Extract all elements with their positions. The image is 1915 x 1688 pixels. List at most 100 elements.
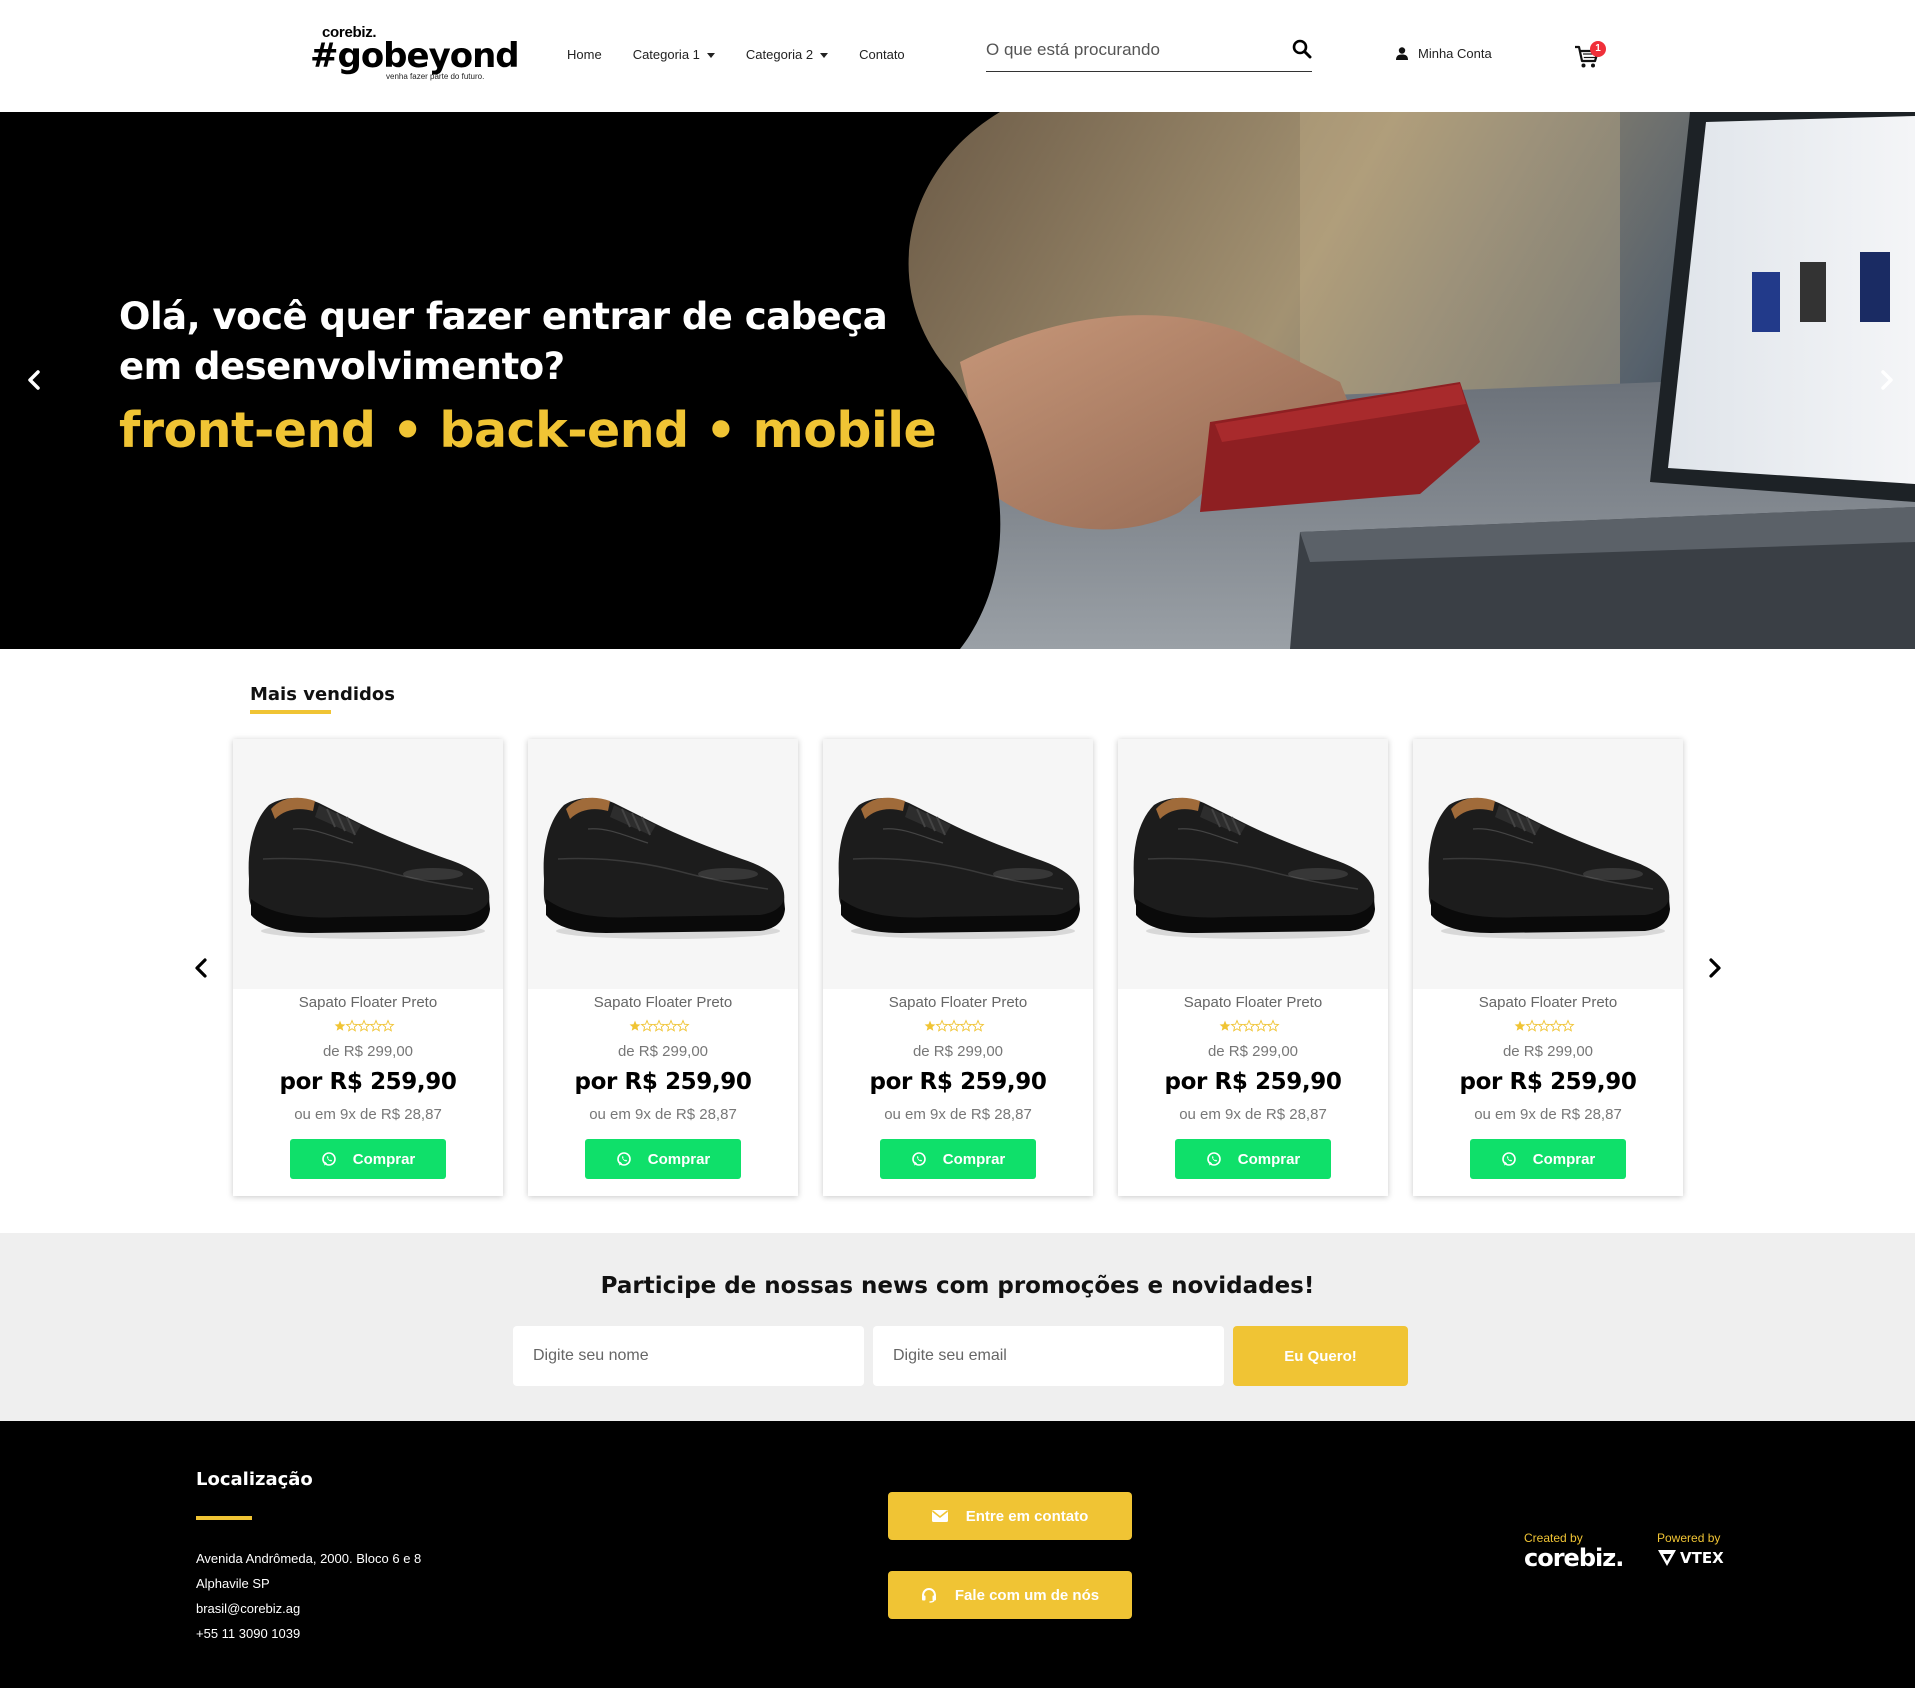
star-empty-icon <box>677 1020 689 1032</box>
product-card[interactable]: Sapato Floater Preto de R$ 299,00 por R$… <box>233 739 503 1196</box>
product-name[interactable]: Sapato Floater Preto <box>233 994 503 1011</box>
product-card[interactable]: Sapato Floater Preto de R$ 299,00 por R$… <box>528 739 798 1196</box>
search-icon[interactable] <box>1292 39 1312 59</box>
main-nav: Home Categoria 1 Categoria 2 Contato <box>567 47 905 62</box>
nav-item-label: Categoria 2 <box>745 47 814 62</box>
buy-button-label: Comprar <box>352 1150 416 1168</box>
product-name[interactable]: Sapato Floater Preto <box>528 994 798 1011</box>
product-image[interactable] <box>823 739 1093 989</box>
footer-address: Avenida Andrômeda, 2000. Bloco 6 e 8 Alp… <box>196 1546 421 1646</box>
star-empty-icon <box>1550 1020 1562 1032</box>
newsletter-submit-button[interactable]: Eu Quero! <box>1233 1326 1408 1386</box>
product-price: por R$ 259,90 <box>1164 1069 1342 1095</box>
star-empty-icon <box>1243 1020 1255 1032</box>
cart-button[interactable]: 1 <box>1574 41 1606 74</box>
created-by-label: Created by <box>1524 1531 1583 1545</box>
product-name[interactable]: Sapato Floater Preto <box>823 994 1093 1011</box>
star-empty-icon <box>1562 1020 1574 1032</box>
buy-button-label: Comprar <box>647 1150 711 1168</box>
shoe-image <box>542 796 786 940</box>
logo-brand-big: #gobeyond <box>310 36 520 76</box>
logo-tagline: venha fazer parte do futuro. <box>386 72 485 81</box>
nav-item-contato[interactable]: Contato <box>859 47 905 62</box>
product-installments: ou em 9x de R$ 28,87 <box>589 1106 737 1123</box>
vtex-logo: VTEX <box>1657 1549 1724 1567</box>
star-empty-icon <box>960 1020 972 1032</box>
product-carousel: Sapato Floater Preto de R$ 299,00 por R$… <box>233 739 1683 1196</box>
address-phone[interactable]: +55 11 3090 1039 <box>196 1621 421 1646</box>
product-list-price: de R$ 299,00 <box>617 1043 709 1060</box>
product-card[interactable]: Sapato Floater Preto de R$ 299,00 por R$… <box>1118 739 1388 1196</box>
search-bar <box>986 30 1312 72</box>
product-card[interactable]: Sapato Floater Preto de R$ 299,00 por R$… <box>823 739 1093 1196</box>
nav-item-home[interactable]: Home <box>567 47 602 62</box>
star-empty-icon <box>358 1020 370 1032</box>
nav-item-categoria-2[interactable]: Categoria 2 <box>745 47 829 62</box>
product-price: por R$ 259,90 <box>869 1069 1047 1095</box>
product-image[interactable] <box>1413 739 1683 989</box>
talk-button-label: Fale com um de nós <box>954 1586 1100 1604</box>
rating-stars <box>334 1020 394 1032</box>
section-title-bestsellers: Mais vendidos <box>250 684 395 705</box>
star-empty-icon <box>972 1020 984 1032</box>
star-empty-icon <box>382 1020 394 1032</box>
nav-item-categoria-1[interactable]: Categoria 1 <box>633 47 715 62</box>
shoe-image <box>837 796 1081 940</box>
nav-item-label: Contato <box>859 47 905 62</box>
product-installments: ou em 9x de R$ 28,87 <box>294 1106 442 1123</box>
star-empty-icon <box>346 1020 358 1032</box>
chevron-right-icon[interactable] <box>1873 358 1903 402</box>
search-input[interactable] <box>986 36 1276 64</box>
star-filled-icon <box>334 1020 346 1031</box>
account-link[interactable]: Minha Conta <box>1396 46 1492 61</box>
chevron-left-icon[interactable] <box>186 950 216 986</box>
whatsapp-icon <box>1206 1152 1221 1167</box>
shoe-image <box>247 796 491 940</box>
footer-location-title: Localização <box>196 1469 313 1490</box>
star-filled-icon <box>1514 1020 1526 1031</box>
newsletter-section: Participe de nossas news com promoções e… <box>0 1233 1915 1421</box>
newsletter-title: Participe de nossas news com promoções e… <box>600 1273 1315 1299</box>
caret-down-icon <box>706 52 715 58</box>
whatsapp-icon <box>616 1152 631 1167</box>
buy-button-label: Comprar <box>1237 1150 1301 1168</box>
cart-count-badge: 1 <box>1590 41 1606 57</box>
product-card[interactable]: Sapato Floater Preto de R$ 299,00 por R$… <box>1413 739 1683 1196</box>
newsletter-name-input[interactable] <box>513 1326 864 1386</box>
site-footer: Localização Avenida Andrômeda, 2000. Blo… <box>0 1421 1915 1688</box>
star-empty-icon <box>936 1020 948 1032</box>
product-price: por R$ 259,90 <box>279 1069 457 1095</box>
powered-by-credit[interactable]: Powered by VTEX <box>1657 1531 1724 1567</box>
address-city: Alphavile SP <box>196 1576 270 1591</box>
created-by-credit[interactable]: Created by corebiz. <box>1524 1531 1624 1571</box>
star-empty-icon <box>665 1020 677 1032</box>
star-filled-icon <box>1219 1020 1231 1031</box>
buy-button-label: Comprar <box>1532 1150 1596 1168</box>
site-logo[interactable]: corebiz. #gobeyond venha fazer parte do … <box>310 22 520 88</box>
product-image[interactable] <box>528 739 798 989</box>
buy-button[interactable]: Comprar <box>1175 1139 1331 1179</box>
product-installments: ou em 9x de R$ 28,87 <box>1474 1106 1622 1123</box>
star-empty-icon <box>370 1020 382 1032</box>
product-price: por R$ 259,90 <box>574 1069 752 1095</box>
buy-button[interactable]: Comprar <box>1470 1139 1626 1179</box>
vtex-mark-icon <box>1658 1550 1676 1566</box>
buy-button[interactable]: Comprar <box>290 1139 446 1179</box>
address-email[interactable]: brasil@corebiz.ag <box>196 1596 421 1621</box>
product-name[interactable]: Sapato Floater Preto <box>1118 994 1388 1011</box>
product-list-price: de R$ 299,00 <box>1207 1043 1299 1060</box>
user-icon <box>1396 47 1408 60</box>
nav-item-label: Home <box>567 47 602 62</box>
chevron-left-icon[interactable] <box>18 358 48 402</box>
chevron-right-icon[interactable] <box>1700 950 1730 986</box>
buy-button[interactable]: Comprar <box>880 1139 1036 1179</box>
star-empty-icon <box>1255 1020 1267 1032</box>
buy-button[interactable]: Comprar <box>585 1139 741 1179</box>
newsletter-email-input[interactable] <box>873 1326 1224 1386</box>
product-list-price: de R$ 299,00 <box>1502 1043 1594 1060</box>
product-image[interactable] <box>1118 739 1388 989</box>
contact-button[interactable]: Entre em contato <box>888 1492 1132 1540</box>
product-image[interactable] <box>233 739 503 989</box>
talk-to-us-button[interactable]: Fale com um de nós <box>888 1571 1132 1619</box>
product-name[interactable]: Sapato Floater Preto <box>1413 994 1683 1011</box>
